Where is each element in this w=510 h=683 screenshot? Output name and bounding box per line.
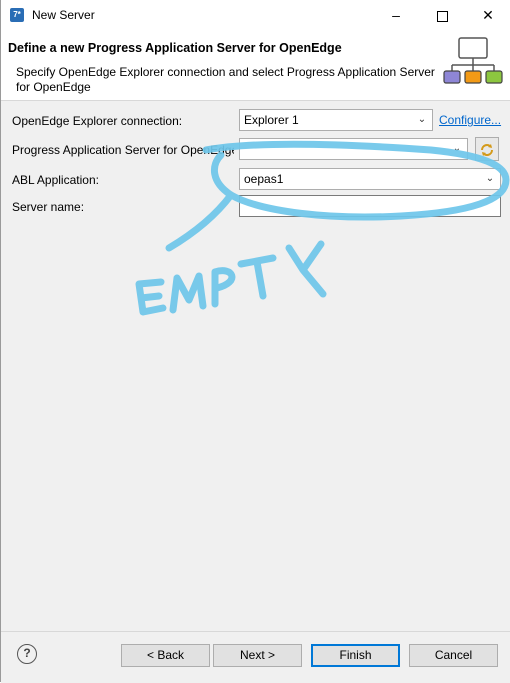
- cancel-button[interactable]: Cancel: [409, 644, 498, 667]
- title-bar: 7* New Server – ✕: [1, 0, 510, 31]
- abl-application-value: oepas1: [244, 172, 284, 186]
- explorer-connection-value: Explorer 1: [244, 113, 299, 127]
- back-button[interactable]: < Back: [121, 644, 210, 667]
- explorer-connection-label: OpenEdge Explorer connection:: [12, 114, 183, 128]
- next-button[interactable]: Next >: [213, 644, 302, 667]
- eclipse-app-icon: 7*: [10, 8, 24, 22]
- server-network-icon: [443, 37, 503, 84]
- configure-link[interactable]: Configure...: [439, 113, 501, 127]
- refresh-icon: [481, 143, 493, 156]
- finish-button[interactable]: Finish: [311, 644, 400, 667]
- page-description: Specify OpenEdge Explorer connection and…: [16, 65, 435, 94]
- window-title: New Server: [32, 8, 95, 22]
- abl-application-select[interactable]: oepas1 ⌄: [239, 168, 501, 190]
- server-name-input[interactable]: [239, 195, 501, 217]
- chevron-down-icon: ⌄: [485, 173, 495, 184]
- chevron-down-icon: ⌄: [417, 114, 427, 125]
- close-button[interactable]: ✕: [465, 0, 510, 31]
- pas-label: Progress Application Server for OpenEdge…: [12, 143, 234, 157]
- new-server-dialog: 7* New Server – ✕ Define a new Progress …: [0, 0, 510, 683]
- pas-select[interactable]: ⌄: [239, 138, 468, 160]
- wizard-header: Define a new Progress Application Server…: [1, 31, 510, 101]
- page-title: Define a new Progress Application Server…: [8, 41, 342, 55]
- refresh-button[interactable]: [475, 137, 499, 161]
- help-button[interactable]: ?: [17, 644, 37, 664]
- minimize-button[interactable]: –: [373, 0, 419, 31]
- maximize-button[interactable]: [419, 0, 465, 31]
- button-bar: ? < Back Next > Finish Cancel: [1, 631, 510, 683]
- server-name-label: Server name:: [12, 200, 85, 214]
- server-form: OpenEdge Explorer connection: Explorer 1…: [1, 101, 510, 631]
- abl-application-label: ABL Application:: [12, 173, 99, 187]
- explorer-connection-select[interactable]: Explorer 1 ⌄: [239, 109, 433, 131]
- maximize-icon: [436, 10, 448, 22]
- chevron-down-icon: ⌄: [452, 143, 462, 154]
